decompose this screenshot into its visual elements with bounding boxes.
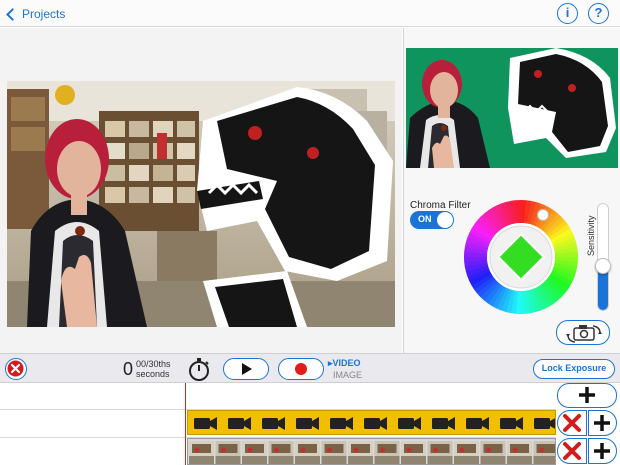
add-image-clip-button[interactable] [588, 438, 617, 464]
delete-button[interactable] [5, 358, 27, 380]
chevron-left-icon [6, 7, 19, 21]
add-track-button[interactable] [557, 383, 617, 408]
color-wheel[interactable] [463, 199, 579, 315]
video-camera-icon [330, 417, 353, 430]
controls-bar: 0 00/30ths seconds ▸VIDEO IMAGE Lock Exp… [0, 353, 620, 383]
close-icon [7, 360, 24, 377]
image-thumbnail [427, 441, 453, 464]
video-camera-icon [398, 417, 421, 430]
help-icon: ? [594, 5, 603, 20]
top-bar: Projects i ? [0, 0, 620, 27]
video-camera-icon [296, 417, 319, 430]
color-wheel-graphic [464, 200, 578, 314]
image-thumbnail [480, 441, 506, 464]
back-label: Projects [22, 7, 66, 21]
play-button[interactable] [223, 358, 269, 380]
video-camera-icon [364, 417, 387, 430]
image-track[interactable] [187, 438, 556, 465]
image-thumbnail [374, 441, 400, 464]
image-thumbnail [507, 441, 532, 464]
switch-camera-button[interactable] [556, 320, 610, 345]
image-thumbnail [321, 441, 347, 464]
mode-video-option[interactable]: ▸VIDEO [328, 358, 361, 369]
time-seconds: 0 [123, 359, 134, 379]
image-thumbnail [215, 441, 241, 464]
close-icon [563, 414, 581, 432]
timeline [0, 383, 620, 465]
video-camera-icon [500, 417, 523, 430]
image-thumbnail [295, 441, 320, 464]
plus-icon [594, 443, 610, 459]
chroma-filter-toggle[interactable]: ON [410, 211, 454, 229]
time-unit: seconds [136, 369, 170, 379]
image-thumbnail [189, 441, 214, 464]
image-thumbnail [242, 441, 267, 464]
info-button[interactable]: i [557, 3, 578, 24]
video-track[interactable] [187, 410, 556, 435]
composite-preview [7, 81, 395, 327]
record-icon [295, 363, 307, 375]
video-camera-icon [466, 417, 489, 430]
video-camera-icon [534, 418, 555, 429]
lock-exposure-button[interactable]: Lock Exposure [533, 359, 615, 379]
delete-video-track-button[interactable] [557, 410, 587, 436]
main-stage [0, 28, 402, 353]
info-icon: i [565, 5, 570, 20]
image-thumbnail [401, 441, 426, 464]
video-camera-icon [228, 417, 251, 430]
play-icon [242, 363, 252, 375]
close-icon [563, 442, 581, 460]
video-camera-icon [194, 417, 217, 430]
mode-image-option[interactable]: IMAGE [333, 370, 362, 380]
video-camera-icon [432, 417, 455, 430]
hue-picker-handle[interactable] [537, 209, 549, 221]
delete-image-track-button[interactable] [557, 438, 587, 464]
playhead[interactable] [185, 383, 186, 465]
back-button[interactable]: Projects [4, 4, 65, 24]
image-thumbnail [454, 441, 479, 464]
mode-video-label: VIDEO [332, 358, 361, 368]
toggle-knob [437, 212, 453, 228]
toggle-state-label: ON [418, 214, 432, 224]
image-thumbnail [533, 441, 555, 464]
image-thumbnail [268, 441, 294, 464]
time-fraction: 00/30ths [136, 359, 171, 369]
sensitivity-slider-knob[interactable] [595, 257, 611, 274]
record-button[interactable] [278, 358, 324, 380]
camera-switch-icon [566, 325, 602, 343]
timer-icon[interactable] [187, 357, 211, 381]
image-thumbnail [348, 441, 373, 464]
right-panel: Chroma Filter ON Sensitivity [403, 28, 620, 353]
chroma-filter-label: Chroma Filter [410, 200, 471, 211]
image-clip-strip [189, 441, 555, 464]
video-clip-strip [194, 417, 555, 430]
help-button[interactable]: ? [588, 3, 609, 24]
plus-icon [579, 387, 595, 403]
add-video-clip-button[interactable] [588, 410, 617, 436]
video-camera-icon [262, 417, 285, 430]
camera-preview [406, 48, 618, 168]
plus-icon [594, 415, 610, 431]
